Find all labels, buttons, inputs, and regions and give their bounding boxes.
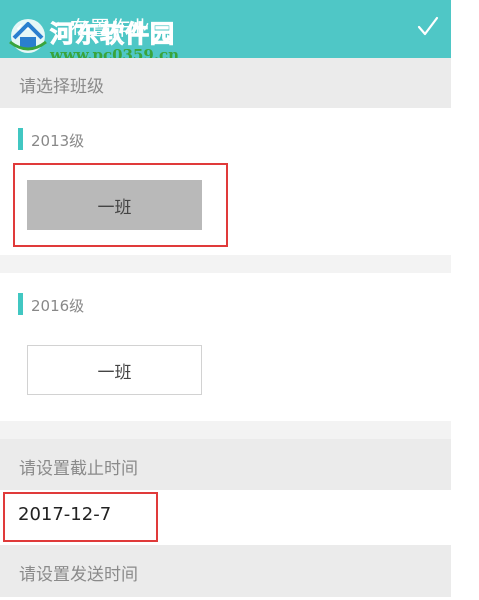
section-gap [0,421,451,439]
class-section-label: 请选择班级 [19,77,104,97]
highlight-box-class [13,163,228,247]
class-button-2016-1[interactable]: 一班 [27,345,202,395]
grade-label: 2013级 [31,132,85,150]
section-gap [0,255,451,273]
deadline-label: 请设置截止时间 [19,459,138,479]
top-bar: ← 布置作业 [0,0,451,58]
grade-accent-bar [18,293,23,315]
grade-accent-bar [18,128,23,150]
page-title: 布置作业 [70,16,150,40]
grade-card-2016: 2016级 一班 [0,273,451,421]
class-section-header: 请选择班级 [0,58,451,108]
back-arrow-icon[interactable]: ← [16,18,33,38]
class-button-label: 一班 [97,362,132,383]
send-time-label: 请设置发送时间 [19,565,138,585]
check-icon[interactable] [417,15,439,37]
highlight-box-deadline [3,492,158,542]
grade-label: 2016级 [31,297,85,315]
deadline-header: 请设置截止时间 [0,439,451,490]
send-time-header: 请设置发送时间 [0,545,451,597]
